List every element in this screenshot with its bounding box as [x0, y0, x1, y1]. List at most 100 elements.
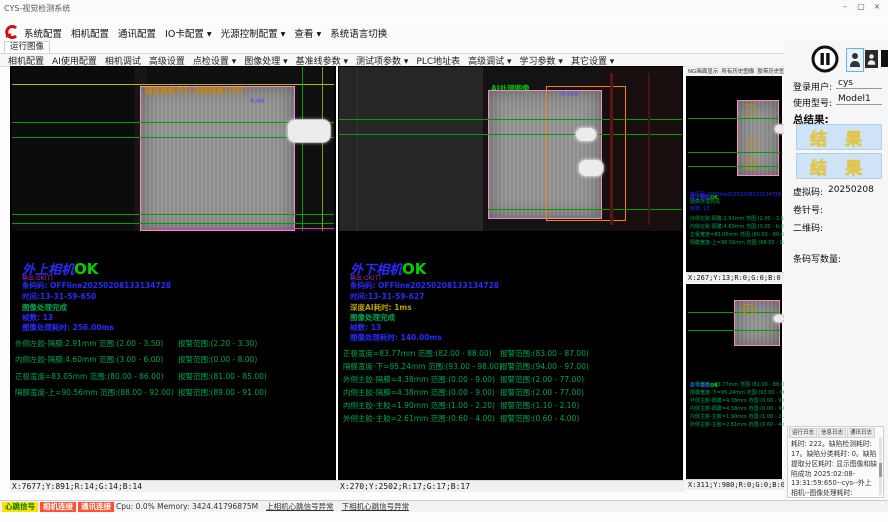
model-label: 使用型号: — [793, 96, 832, 109]
menu-light-config[interactable]: 光源控制配置 ▾ — [221, 26, 286, 40]
log-tab-run[interactable]: 运行日志 — [789, 428, 817, 438]
virtual-code-label: 虚拟码: — [793, 185, 823, 198]
pause-button[interactable] — [810, 44, 840, 74]
tab-ng-display[interactable]: NG画面显示 — [688, 67, 718, 75]
measure-alarm: 报警范围:(83.00 - 87.00) — [500, 348, 589, 359]
r-value-label: R:68 — [250, 97, 265, 105]
tab-all-history[interactable]: 所有历史图像 — [721, 67, 754, 75]
tab-strip: 运行图像 — [0, 41, 888, 54]
upper-camera-heartbeat-msg: 上相机心跳信号异常 — [266, 501, 334, 512]
close-button[interactable]: × — [870, 2, 884, 13]
mini-cell-overlay — [737, 100, 779, 176]
measure-alarm: 报警范围:(89.00 - 91.00) — [178, 387, 267, 398]
left-camera-ok: OK — [74, 260, 98, 278]
overlay-green-vline — [302, 67, 303, 231]
virtual-code-value: 20250208 — [828, 185, 874, 195]
login-user-label: 登录用户: — [793, 80, 832, 93]
menu-camera-config[interactable]: 相机配置 — [71, 26, 109, 40]
log-scrollbar[interactable] — [879, 437, 882, 495]
mini-done: 图像处理完成 — [690, 199, 720, 206]
model-field[interactable]: Model1 — [836, 94, 882, 105]
status-bar: 心跳信号 相机连接 通讯连接 Cpu: 0.0% Memory: 3424.41… — [0, 500, 888, 512]
window-title: CYS-视觉检测系统 — [4, 3, 70, 14]
left-coord-bar: X:7677;Y:891;R:14;G:14;B:14 — [10, 480, 338, 492]
app-window: CYS-视觉检测系统 – ▢ × 系统配置 相机配置 通讯配置 IO卡配置 ▾ … — [0, 0, 888, 522]
overlay-green-line — [688, 312, 780, 313]
user-login-button[interactable] — [846, 48, 864, 72]
measure-text: 正极宽度=83.05mm 范围:(80.00 - 86.00) — [15, 371, 164, 382]
mini-orange-box — [746, 104, 755, 115]
measure-text: 隔膜宽度-上=90.56mm 范围:(88.00 - 92.00) — [15, 387, 174, 398]
log-tab-info[interactable]: 信息日志 — [818, 428, 846, 438]
middle-barcode: 条码码: OFFline20250208133134728 — [350, 280, 499, 291]
app-logo-icon — [3, 25, 19, 40]
overlay-green-line — [688, 330, 780, 331]
history-panel-top[interactable]: 外上相机OK 条码码: OFFline20250208133134728 图像处… — [686, 76, 782, 272]
mini-measure: 内侧主胶-隔膜=4.38mm 范围:(0.00 - 9.00) — [690, 406, 791, 413]
log-tab-strip: 运行日志 信息日志 通讯日志 — [788, 427, 883, 438]
left-camera-image[interactable]: 固定阈值:93, 动态阈值:100 R:68 — [12, 67, 334, 231]
measure-alarm: 报警范围:(2.00 - 77.00) — [500, 387, 584, 398]
tab-run-image[interactable]: 运行图像 — [4, 41, 50, 53]
menu-io-config[interactable]: IO卡配置 ▾ — [165, 26, 212, 40]
minimize-button[interactable]: – — [838, 2, 852, 13]
left-process-time: 图像处理耗时: 256.00ms — [22, 322, 114, 333]
user-button[interactable] — [865, 50, 878, 68]
menu-language-switch[interactable]: 系统语言切换 — [330, 26, 387, 40]
tool-advanced-debug[interactable]: 高级调试 ▾ — [468, 54, 511, 67]
overlay-green-line — [12, 122, 334, 123]
log-tab-comm[interactable]: 通讯日志 — [847, 428, 875, 438]
exit-button[interactable] — [880, 48, 888, 69]
threshold-overlay-label: 固定阈值:93, 动态阈值:100 — [145, 85, 243, 96]
measure-text: 内侧左胶-隔膜:4.60mm 范围:(3.00 - 6.00) — [15, 354, 163, 365]
history-panel-bottom[interactable]: 外下相机OK 正极宽度=83.77mm 范围:(82.00 - 88.00) 隔… — [686, 284, 782, 479]
menu-comm-config[interactable]: 通讯配置 — [118, 26, 156, 40]
middle-camera-image[interactable]: AI处理图像 R:204 — [339, 67, 682, 231]
measure-alarm: 报警范围:(0.00 - 8.00) — [178, 354, 257, 365]
mini-orange-box — [748, 138, 757, 149]
mini-measure: 内侧主胶-主胶=1.90mm 范围:(1.00 - 2.20) — [690, 414, 791, 421]
machine-edge — [357, 67, 358, 231]
measure-alarm: 报警范围:(0.60 - 4.00) — [500, 413, 579, 424]
mini-orange-box — [744, 304, 753, 314]
measure-alarm: 报警范围:(94.00 - 97.00) — [500, 361, 589, 372]
overlay-green-line — [12, 214, 334, 215]
tool-test-params[interactable]: 测试项参数 ▾ — [356, 54, 408, 67]
measure-alarm: 报警范围:(1.10 - 2.10) — [500, 400, 579, 411]
measure-alarm: 报警范围:(2.00 - 77.00) — [500, 374, 584, 385]
history-bottom-coord-bar: X:311;Y:980;R:0;G:0;B:0 — [686, 479, 784, 490]
tool-other-settings[interactable]: 其它设置 ▾ — [571, 54, 614, 67]
menu-view[interactable]: 查看 ▾ — [294, 26, 321, 40]
measure-text: 内侧主胶-隔膜=4.38mm 范围:(0.00 - 9.00) — [343, 387, 495, 398]
cpu-memory-status: Cpu: 0.0% Memory: 3424.41796875M — [116, 502, 258, 511]
left-time: 时间:13-31-59-650 — [22, 291, 96, 302]
overlay-green-line — [688, 118, 780, 119]
tool-image-process[interactable]: 图像处理 ▾ — [244, 54, 287, 67]
maximize-button[interactable]: ▢ — [854, 2, 868, 13]
login-user-field[interactable]: cys — [836, 78, 882, 89]
r-value-label: R:204 — [561, 91, 578, 98]
measure-text: 正极宽度=83.77mm 范围:(82.00 - 88.00) — [343, 348, 492, 359]
menu-system-config[interactable]: 系统配置 — [24, 26, 62, 40]
overlay-green-line — [339, 134, 682, 135]
tool-spot-check[interactable]: 点检设置 ▾ — [193, 54, 236, 67]
tool-learn-params[interactable]: 学习参数 ▾ — [520, 54, 563, 67]
tool-camera-debug[interactable]: 相机调试 — [105, 54, 141, 67]
exit-door-icon — [880, 48, 888, 69]
log-scrollbar-thumb[interactable] — [879, 463, 882, 477]
tool-advanced-settings[interactable]: 高级设置 — [149, 54, 185, 67]
log-panel: 运行日志 信息日志 通讯日志 耗时: 222。缺陷检测耗时: 17。缺陷分类耗时… — [787, 426, 884, 498]
mini-cell-overlay — [734, 300, 780, 346]
result-text-2: 结 果 — [810, 154, 868, 179]
tool-baseline-params[interactable]: 基准线参数 ▾ — [296, 54, 348, 67]
tool-camera-config[interactable]: 相机配置 — [8, 54, 44, 67]
title-bar: CYS-视觉检测系统 – ▢ × — [0, 0, 888, 16]
camera-connect-badge: 相机连接 — [40, 502, 76, 512]
tab-blob — [287, 119, 331, 143]
mini-measure: 外侧主胶-主胶=2.61mm 范围:(0.60 - 4.00) — [690, 422, 791, 429]
tool-plc-table[interactable]: PLC地址表 — [416, 54, 460, 67]
control-panel: 登录用户: cys 使用型号: Model1 总结果: 结 果 结 果 虚拟码:… — [784, 40, 888, 498]
result-text-1: 结 果 — [810, 125, 868, 150]
overlay-magenta-line — [152, 228, 334, 229]
tool-ai-config[interactable]: AI使用配置 — [52, 54, 97, 67]
